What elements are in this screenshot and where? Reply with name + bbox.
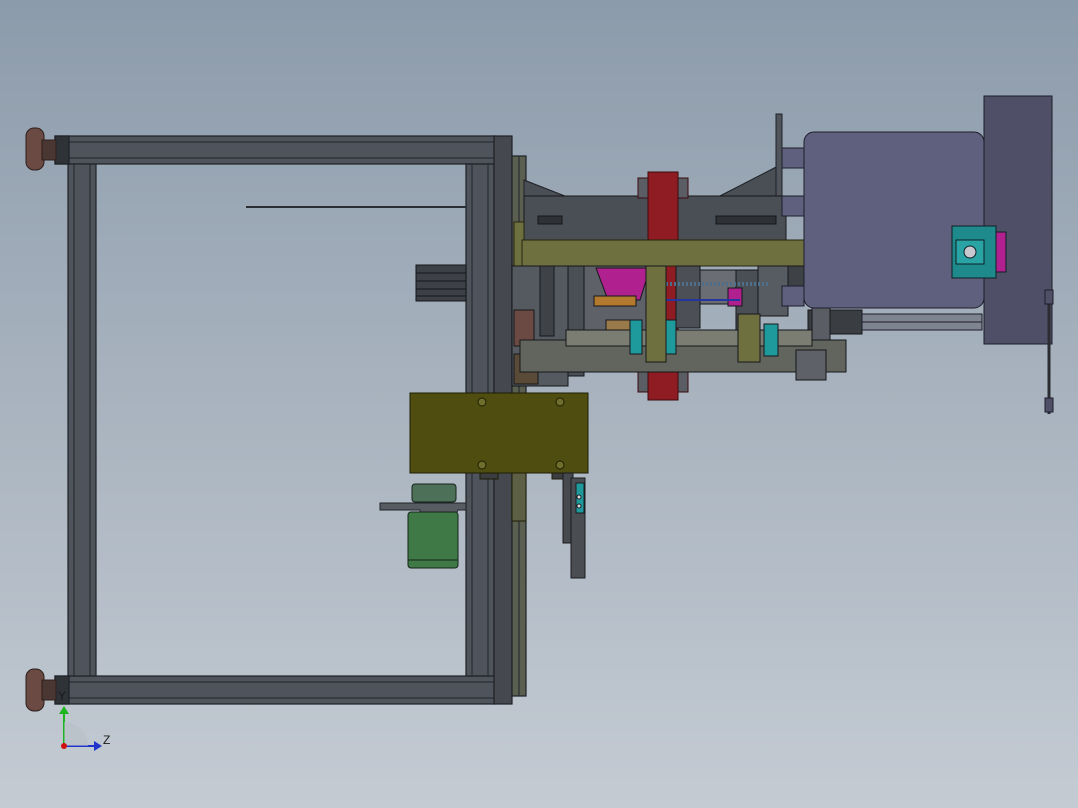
origin-marker xyxy=(61,743,67,749)
leveling-foot-top xyxy=(25,127,57,171)
cad-viewport[interactable]: Y Z xyxy=(0,0,1078,808)
frame-left-post xyxy=(67,163,97,677)
spindle-motor xyxy=(781,95,1053,345)
end-clamp xyxy=(951,225,1007,279)
assembly-drawing: Y Z xyxy=(25,95,1054,751)
frame-bottom-rail xyxy=(54,675,496,705)
z-axis-label: Z xyxy=(103,733,110,747)
cylinder-block xyxy=(415,264,467,302)
y-axis-label: Y xyxy=(58,689,66,703)
gear-motor xyxy=(379,483,467,569)
frame-top-rail xyxy=(54,135,496,165)
leveling-foot-bottom xyxy=(25,668,57,712)
lower-guides xyxy=(562,472,586,579)
